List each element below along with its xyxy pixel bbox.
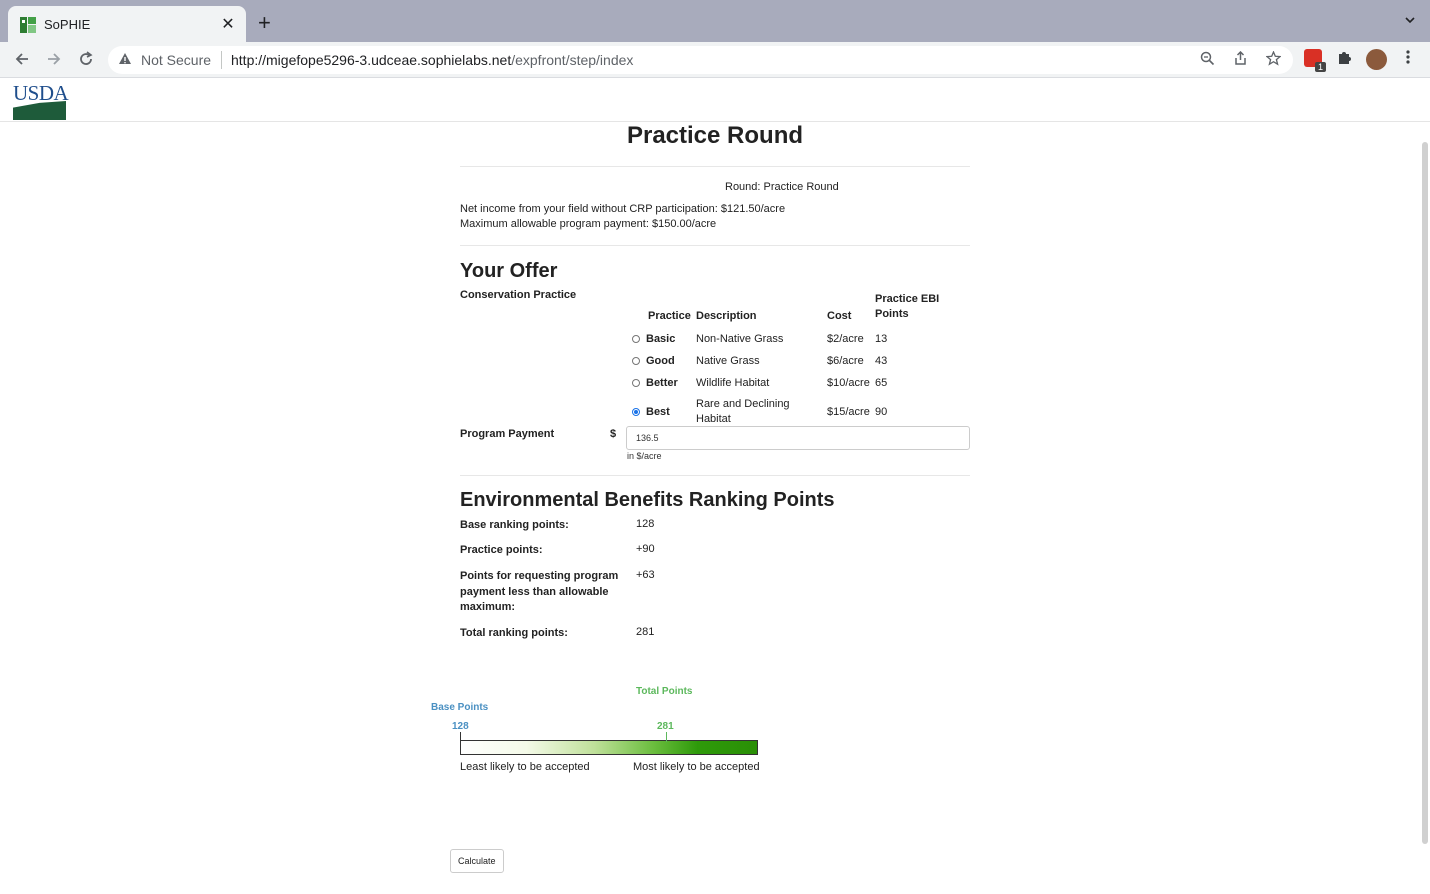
omnibox-actions: [1200, 50, 1282, 70]
divider: [460, 166, 970, 167]
gauge-high-label: Most likely to be accepted: [633, 761, 760, 773]
practice-cost: $15/acre: [827, 406, 870, 418]
base-points-label: Base ranking points:: [460, 519, 569, 531]
practice-radio-better[interactable]: [632, 379, 640, 387]
browser-toolbar: Not Secure http://migefope5296-3.udceae.…: [0, 42, 1430, 78]
base-points-value: 128: [636, 518, 655, 530]
browser-tab-strip: SoPHIE ✕ +: [0, 0, 1430, 42]
practice-option[interactable]: Best: [630, 394, 696, 430]
calculate-button[interactable]: Calculate: [450, 849, 504, 873]
practice-description: Wildlife Habitat: [696, 377, 770, 389]
practice-radio-good[interactable]: [632, 357, 640, 365]
practice-cost: $10/acre: [827, 377, 870, 389]
practice-table: Practice Description Cost Practice EBI P…: [630, 292, 945, 430]
more-menu-icon[interactable]: [1404, 49, 1412, 65]
gauge-total-title: Total Points: [636, 686, 693, 697]
practice-row-good[interactable]: Good Native Grass $6/acre 43: [630, 350, 945, 372]
program-payment-label: Program Payment: [460, 428, 555, 440]
ebr-heading: Environmental Benefits Ranking Points: [460, 489, 835, 511]
currency-symbol: $: [610, 428, 617, 440]
profile-avatar[interactable]: [1366, 49, 1387, 70]
forward-arrow-icon[interactable]: [45, 50, 63, 68]
practice-cost: $6/acre: [827, 355, 864, 367]
site-header: USDA: [0, 79, 1430, 122]
practice-points: 65: [875, 377, 888, 389]
address-bar[interactable]: Not Secure http://migefope5296-3.udceae.…: [108, 46, 1293, 74]
practice-description: Non-Native Grass: [696, 333, 784, 345]
new-tab-icon[interactable]: +: [258, 12, 271, 34]
close-tab-icon[interactable]: ✕: [218, 14, 238, 34]
column-header: Description: [696, 310, 757, 322]
warning-triangle-icon: [119, 53, 131, 64]
practice-row-basic[interactable]: Basic Non-Native Grass $2/acre 13: [630, 328, 945, 350]
practice-points: 90: [875, 406, 888, 418]
practice-points-label: Practice points:: [460, 544, 543, 556]
practice-radio-basic[interactable]: [632, 335, 640, 343]
ranking-gauge-bar: [460, 740, 758, 755]
reload-icon[interactable]: [77, 50, 95, 68]
total-points-label: Total ranking points:: [460, 627, 568, 639]
gauge-total-value: 281: [657, 721, 674, 732]
zoom-icon[interactable]: [1200, 51, 1215, 66]
practice-row-better[interactable]: Better Wildlife Habitat $10/acre 65: [630, 372, 945, 394]
divider: [460, 245, 970, 246]
main-content: Practice Round Round: Practice Round Net…: [0, 122, 1430, 894]
round-label: Round: Practice Round: [725, 181, 839, 193]
your-offer-heading: Your Offer: [460, 260, 558, 282]
gauge-low-label: Least likely to be accepted: [460, 761, 590, 773]
practice-cost: $2/acre: [827, 333, 864, 345]
security-status[interactable]: Not Secure: [141, 52, 211, 68]
url-path: /expfront/step/index: [511, 52, 634, 68]
max-payment-text: Maximum allowable program payment: $150.…: [460, 218, 717, 230]
gauge-base-title: Base Points: [431, 702, 489, 713]
divider: [460, 475, 970, 476]
conservation-practice-label: Conservation Practice: [460, 289, 577, 301]
practice-option[interactable]: Better: [630, 372, 696, 394]
practice-table-header: Practice Description Cost Practice EBI P…: [630, 292, 945, 328]
net-income-text: Net income from your field without CRP p…: [460, 203, 786, 215]
practice-row-best[interactable]: Best Rare and Declining Habitat $15/acre…: [630, 394, 945, 430]
payment-help-text: in $/acre: [627, 451, 662, 461]
total-points-value: 281: [636, 626, 655, 638]
bookmark-star-icon[interactable]: [1265, 50, 1282, 66]
practice-name: Good: [646, 355, 675, 367]
practice-radio-best[interactable]: [632, 408, 640, 416]
gauge-total-marker: [666, 732, 667, 742]
back-arrow-icon[interactable]: [13, 50, 31, 68]
extension-badge: 1: [1315, 62, 1327, 72]
practice-name: Better: [646, 377, 678, 389]
omnibox-separator: [221, 51, 222, 69]
payment-points-value: +63: [636, 569, 655, 581]
usda-logo: USDA: [13, 81, 69, 120]
tab-title: SoPHIE: [44, 17, 91, 32]
practice-option[interactable]: Basic: [630, 328, 696, 350]
practice-points: 43: [875, 355, 888, 367]
practice-description: Native Grass: [696, 355, 760, 367]
share-icon[interactable]: [1233, 50, 1248, 66]
practice-option[interactable]: Good: [630, 350, 696, 372]
sophie-favicon-icon: [20, 17, 36, 33]
payment-points-label: Points for requesting program payment le…: [460, 570, 619, 613]
url-host: http://migefope5296-3.udceae.sophielabs.…: [231, 52, 512, 68]
extensions-puzzle-icon[interactable]: [1337, 49, 1353, 65]
url-text[interactable]: http://migefope5296-3.udceae.sophielabs.…: [231, 52, 633, 68]
practice-name: Best: [646, 406, 670, 418]
program-payment-input[interactable]: 136.5: [626, 426, 970, 450]
tab-search-chevron-icon[interactable]: [1404, 14, 1416, 26]
practice-description: Rare and Declining Habitat: [696, 398, 790, 425]
gauge-base-value: 128: [452, 721, 469, 732]
column-header: Practice EBI Points: [875, 293, 940, 320]
page-title: Practice Round: [626, 122, 804, 149]
column-header: Practice: [648, 310, 691, 322]
browser-tab[interactable]: SoPHIE ✕: [8, 6, 246, 42]
practice-points: 13: [875, 333, 888, 345]
practice-points-value: +90: [636, 543, 655, 555]
column-header: Cost: [827, 310, 852, 322]
practice-name: Basic: [646, 333, 676, 345]
